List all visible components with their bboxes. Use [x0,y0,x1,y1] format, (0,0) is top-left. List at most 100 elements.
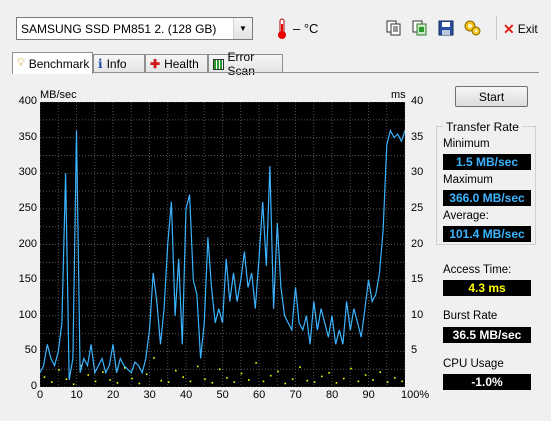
x-tick: 70 [289,389,302,401]
access-time-point [153,357,155,359]
access-time-point [116,382,119,384]
access-time-point [401,380,403,383]
access-time-point [65,378,68,381]
access-time-point [226,377,228,379]
access-time-label: Access Time: [443,264,512,276]
start-button[interactable]: Start [455,86,528,107]
error-scan-icon [213,58,224,70]
cpu-usage-label: CPU Usage [443,358,504,370]
tab-info[interactable]: i Info [93,54,145,73]
access-time-point [328,372,330,374]
y-tick-left: 150 [18,273,37,286]
y-tick-right: 10 [411,308,424,321]
access-time-point [211,382,214,384]
access-time-point [379,371,382,373]
plot-svg [39,101,406,388]
tab-label: Info [106,57,127,71]
tab-label: Benchmark [28,56,90,71]
access-time-point [233,381,236,383]
access-time-point [248,379,250,381]
benchmark-chart: MB/sec ms 400 350 300 250 200 150 100 50 0 40 35 30… [0,85,430,410]
info-icon: i [98,57,103,71]
options-button[interactable] [462,17,484,39]
temperature-readout: – °C [293,21,319,36]
y-tick-left: 50 [24,344,37,357]
burst-rate-label: Burst Rate [443,310,498,322]
access-time-point [291,378,294,381]
x-tick: 60 [253,389,266,401]
access-time-point [255,362,257,364]
drive-select[interactable]: SAMSUNG SSD PM851 2. (128 GB) ▼ [16,17,253,40]
access-time-point [72,383,75,386]
save-button[interactable] [435,17,457,39]
access-time-point [94,380,97,383]
cpu-usage-value: -1.0% [443,374,531,390]
access-time-point [262,380,265,383]
options-icon [464,20,481,36]
access-time-point [269,374,272,377]
access-time-point [43,376,46,378]
tab-error-scan[interactable]: Error Scan [208,50,283,78]
access-time-point [87,374,90,376]
tab-label: Error Scan [227,50,255,78]
y-tick-right: 15 [411,273,424,286]
access-time-point [306,379,309,382]
y-tick-right: 5 [411,344,418,357]
access-time-point [335,382,338,384]
maximum-value: 366.0 MB/sec [443,190,531,206]
burst-rate-value: 36.5 MB/sec [443,327,531,343]
access-time-point [167,381,170,383]
access-time-point [299,366,301,368]
access-time-point [350,367,352,370]
access-time-point [372,379,374,381]
access-time-point [218,368,221,371]
access-time-point [58,369,60,371]
y-tick-right: 35 [411,130,424,143]
x-tick: 100% [401,389,430,401]
y-axis-label-left: MB/sec [40,89,77,101]
close-icon: ✕ [503,20,515,37]
x-tick: 80 [326,389,339,401]
y-tick-left: 250 [18,201,37,214]
access-time-point [50,381,53,383]
x-tick: 10 [70,389,83,401]
copy-screenshot-icon [412,20,427,36]
thermometer-icon [278,18,286,39]
y-tick-right: 30 [411,166,424,179]
copy-button[interactable] [383,17,405,39]
x-tick: 50 [216,389,229,401]
copy-screenshot-button[interactable] [409,17,431,39]
access-time-point [204,378,206,381]
access-time-value: 4.3 ms [443,280,531,296]
y-tick-right: 25 [411,201,424,214]
access-time-point [189,380,192,383]
exit-label: Exit [517,22,538,36]
tab-health[interactable]: ✚ Health [145,54,208,73]
access-time-point [182,376,184,378]
access-time-point [175,369,177,372]
exit-button[interactable]: ✕ Exit [503,18,538,40]
transfer-rate-title: Transfer Rate [443,120,522,134]
save-icon [438,20,454,36]
tab-benchmark[interactable]: 💡︎ Benchmark [12,52,93,74]
y-tick-right: 40 [411,95,424,107]
bulb-icon: 💡︎ [17,57,25,69]
health-cross-icon: ✚ [150,57,161,71]
y-tick-right: 20 [411,237,424,250]
y-tick-left: 300 [18,166,37,179]
minimum-value: 1.5 MB/sec [443,154,531,170]
average-value: 101.4 MB/sec [443,226,531,242]
access-time-point [109,379,111,381]
x-tick: 0 [37,389,44,401]
access-time-point [394,377,396,379]
access-time-point [131,377,133,380]
access-time-point [240,372,243,375]
access-time-point [313,381,316,383]
x-tick: 40 [180,389,193,401]
y-tick-left: 200 [18,237,37,250]
chevron-down-icon[interactable]: ▼ [233,18,252,39]
y-tick-left: 400 [18,95,37,107]
drive-select-value: SAMSUNG SSD PM851 2. (128 GB) [21,22,217,36]
access-time-point [277,370,279,373]
average-label: Average: [443,210,489,222]
